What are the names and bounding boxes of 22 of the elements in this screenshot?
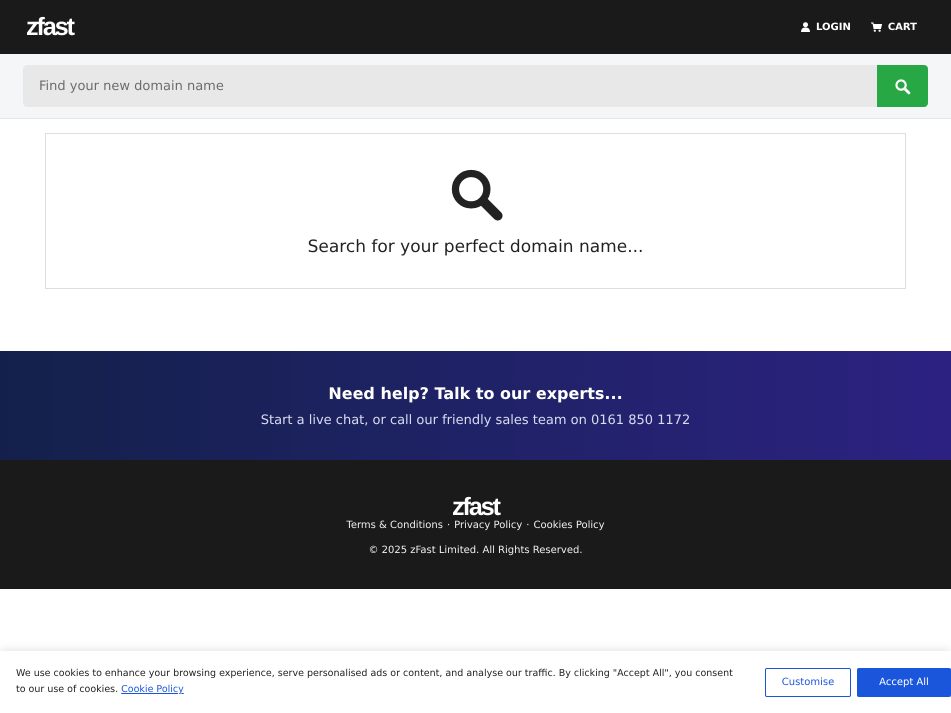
user-icon xyxy=(801,22,810,32)
footer-link[interactable]: Terms & Conditions xyxy=(346,520,443,531)
prompt-text: Search for your perfect domain name... xyxy=(308,237,644,257)
nav-link[interactable]: CART xyxy=(870,22,917,32)
separator: · xyxy=(526,520,530,531)
cookie-text: We use cookies to enhance your browsing experience, serve personalised ads or content, and analyse our traffic. By clicking "Accept All", you consent to our use of cookies. Cookie Policy xyxy=(16,667,734,697)
customise-button[interactable]: Customise xyxy=(765,668,851,696)
help-subtitle: Start a live chat, or call our friendly sales team on 0161 850 1172 xyxy=(260,412,690,428)
search-icon xyxy=(894,78,911,94)
footer-link[interactable]: Privacy Policy xyxy=(454,520,522,531)
footer-logo: zfast xyxy=(452,493,499,521)
separator: · xyxy=(446,520,450,531)
logo[interactable]: zfast xyxy=(26,12,73,42)
copyright: © 2025 zFast Limited. All Rights Reserved. xyxy=(368,545,582,556)
help-title: Need help? Talk to our experts... xyxy=(328,384,623,402)
cookie-policy-link[interactable]: Cookie Policy xyxy=(121,684,184,695)
accept-button[interactable]: Accept All xyxy=(857,668,951,696)
nav-link[interactable]: LOGIN xyxy=(801,22,851,32)
search-button[interactable] xyxy=(877,65,928,107)
search-field[interactable]: Find your new domain name xyxy=(23,65,877,107)
footer-link[interactable]: Cookies Policy xyxy=(533,520,605,531)
cart-icon xyxy=(870,22,882,32)
